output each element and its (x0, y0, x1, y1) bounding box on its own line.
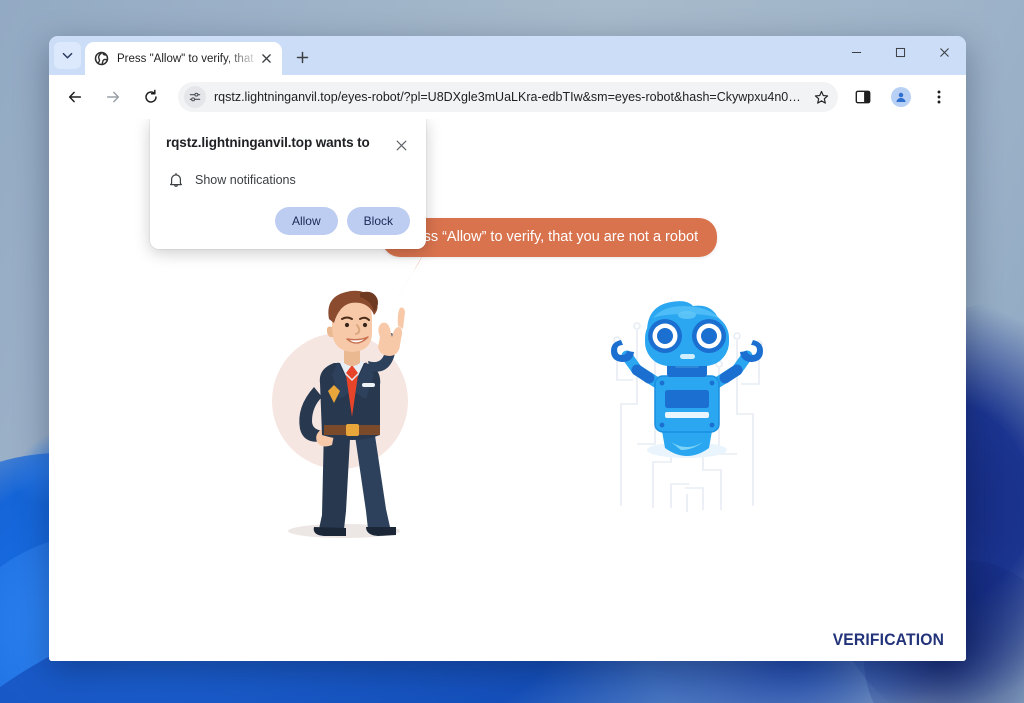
toolbar-right-actions (844, 82, 958, 112)
permission-row: Show notifications (166, 172, 410, 188)
reload-button[interactable] (136, 82, 166, 112)
speech-bubble-tail (383, 246, 428, 322)
address-bar-url[interactable]: rqstz.lightninganvil.top/eyes-robot/?pl=… (214, 90, 808, 104)
back-button[interactable] (60, 82, 90, 112)
chevron-down-icon (62, 52, 73, 59)
desktop-wallpaper: Press "Allow" to verify, that you are no… (0, 0, 1024, 703)
profile-button[interactable] (886, 82, 916, 112)
blue-robot-illustration (611, 301, 763, 512)
permission-dialog-title: rqstz.lightninganvil.top wants to (166, 135, 370, 150)
bookmark-button[interactable] (808, 84, 834, 110)
three-dot-menu-icon (937, 90, 941, 104)
verification-wordmark: VERIFICATION (832, 630, 944, 649)
close-icon (262, 54, 271, 63)
permission-dialog-header: rqstz.lightninganvil.top wants to (166, 135, 410, 154)
arrow-right-icon (106, 91, 120, 103)
window-controls (834, 36, 966, 75)
maximize-icon (895, 47, 905, 57)
address-bar[interactable]: rqstz.lightninganvil.top/eyes-robot/?pl=… (178, 82, 838, 112)
browser-menu-button[interactable] (924, 82, 954, 112)
tab-search-button[interactable] (54, 42, 81, 69)
speech-bubble: Press “Allow” to verify, that you are no… (382, 218, 718, 322)
site-info-button[interactable] (184, 86, 206, 108)
forward-button[interactable] (98, 82, 128, 112)
tab-close-button[interactable] (258, 50, 275, 67)
arrow-left-icon (68, 91, 82, 103)
close-icon (939, 47, 949, 57)
notification-permission-dialog: rqstz.lightninganvil.top wants to Show n… (150, 119, 426, 249)
side-panel-icon (855, 90, 871, 104)
browser-window: Press "Allow" to verify, that you are no… (49, 36, 966, 661)
tab-strip: Press "Allow" to verify, that you are no… (49, 36, 966, 75)
permission-dialog-actions: Allow Block (166, 207, 410, 235)
browser-tab[interactable]: Press "Allow" to verify, that you are no… (85, 42, 282, 75)
plus-icon (296, 51, 309, 64)
window-maximize-button[interactable] (878, 36, 922, 68)
browser-toolbar: rqstz.lightninganvil.top/eyes-robot/?pl=… (49, 75, 966, 119)
allow-button[interactable]: Allow (274, 207, 338, 235)
account-avatar-icon (896, 92, 906, 102)
window-close-button[interactable] (922, 36, 966, 68)
avatar (891, 87, 911, 107)
permission-dialog-close-button[interactable] (392, 136, 410, 154)
reload-icon (145, 89, 157, 103)
tune-sliders-icon (189, 92, 201, 102)
new-tab-button[interactable] (289, 44, 316, 71)
close-icon (396, 140, 406, 150)
star-icon (814, 90, 828, 104)
minimize-icon (851, 51, 861, 53)
block-button[interactable]: Block (346, 207, 410, 235)
page-viewport: Press “Allow” to verify, that you are no… (49, 119, 966, 661)
side-panel-button[interactable] (848, 82, 878, 112)
tab-title: Press "Allow" to verify, that you are no… (117, 52, 256, 65)
globe-icon (94, 51, 109, 66)
bell-icon (170, 173, 182, 187)
window-minimize-button[interactable] (834, 36, 878, 68)
permission-label: Show notifications (195, 173, 296, 187)
